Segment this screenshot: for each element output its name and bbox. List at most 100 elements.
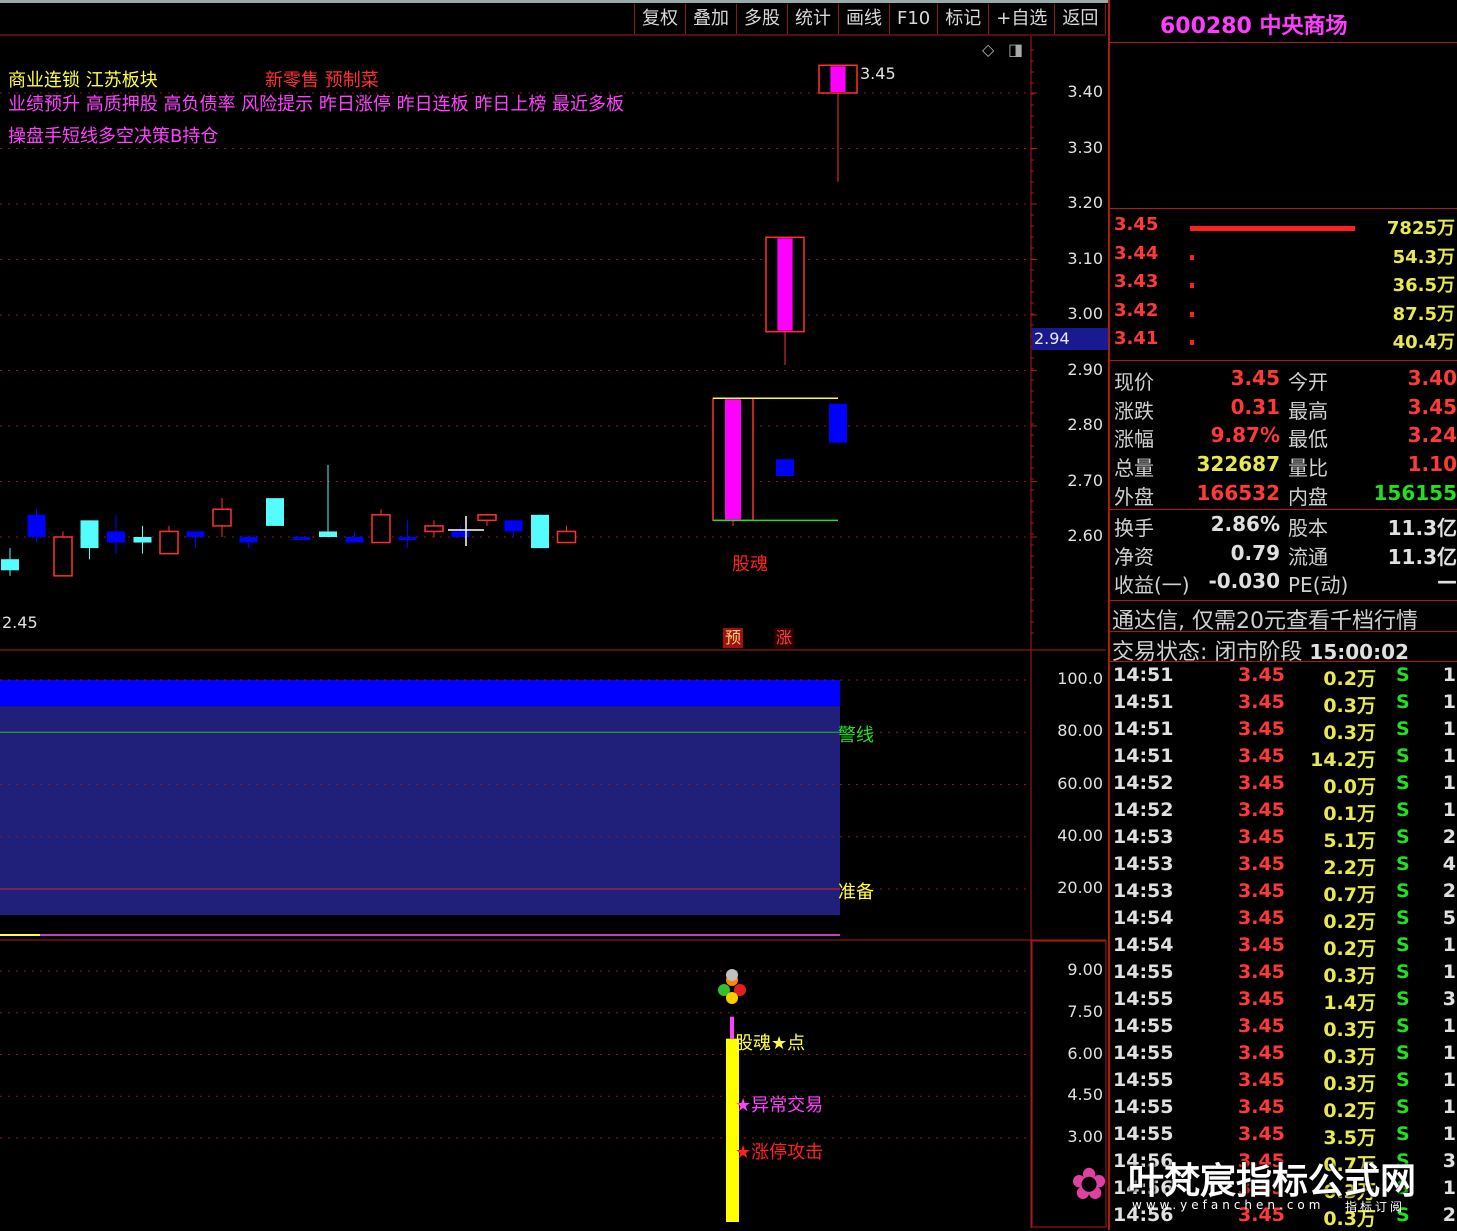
toolbar-mark-button[interactable]: 标记 — [937, 4, 988, 34]
tick-row: 14:513.450.3万S1 — [1110, 718, 1457, 745]
tick-row: 14:513.450.2万S1 — [1110, 664, 1457, 691]
tick-count: 1 — [1443, 718, 1456, 740]
order-book-row[interactable]: 3.4287.5万 — [1110, 300, 1457, 328]
y-tick-label: 3.00 — [1033, 1127, 1103, 1146]
tick-volume: 2.2万 — [1110, 853, 1376, 880]
candle-body — [531, 515, 549, 548]
tick-volume: 14.2万 — [1110, 745, 1376, 772]
toolbar-back-button[interactable]: 返回 — [1054, 4, 1106, 34]
quote-value: 156155 — [1374, 481, 1457, 505]
order-volume: 7825万 — [1387, 214, 1455, 240]
order-book-row[interactable]: 3.4454.3万 — [1110, 243, 1457, 271]
tick-volume: 0.3万 — [1110, 691, 1376, 718]
tick-side: S — [1396, 1096, 1410, 1118]
quote-row: 涨跌0.31最高3.45 — [1110, 395, 1457, 424]
candle-body — [134, 537, 152, 543]
quote-label: 今开 — [1288, 366, 1328, 395]
tick-volume: 0.3万 — [1110, 1015, 1376, 1042]
toolbar-watchlist-button[interactable]: +自选 — [988, 4, 1054, 34]
order-book-row[interactable]: 3.4336.5万 — [1110, 271, 1457, 299]
candle-body — [399, 537, 417, 540]
tick-count: 1 — [1443, 1123, 1456, 1145]
candle-body — [81, 520, 99, 548]
tick-volume: 0.2万 — [1110, 664, 1376, 691]
kline-chart[interactable] — [0, 0, 1108, 1230]
tick-side: S — [1396, 718, 1410, 740]
tick-row: 14:523.450.1万S1 — [1110, 799, 1457, 826]
tick-side: S — [1396, 934, 1410, 956]
quote-value: 0.31 — [1110, 395, 1280, 419]
tick-row: 14:553.450.3万S1 — [1110, 1042, 1457, 1069]
candle-body — [452, 531, 470, 537]
order-book-row[interactable]: 3.45 7825万 — [1110, 214, 1457, 242]
toolbar-fuquan-button[interactable]: 复权 — [634, 4, 685, 34]
y-tick-label: 3.30 — [1033, 138, 1103, 157]
watermark-subtitle: 指标订阅 — [1345, 1198, 1405, 1215]
tick-count: 1 — [1443, 799, 1456, 821]
tick-count: 1 — [1443, 664, 1456, 686]
order-price: 3.44 — [1114, 243, 1158, 264]
candle-body — [54, 537, 72, 576]
tick-volume: 0.0万 — [1110, 772, 1376, 799]
order-book-row[interactable]: 3.4140.4万 — [1110, 328, 1457, 356]
tick-row: 14:533.452.2万S4 — [1110, 853, 1457, 880]
diamond-icon[interactable]: ◇ — [982, 40, 994, 59]
y-tick-label: 3.20 — [1033, 193, 1103, 212]
divider — [1110, 42, 1457, 43]
high-price-label: 3.45 — [860, 64, 896, 83]
y-tick-label: 4.50 — [1033, 1085, 1103, 1104]
tick-count: 3 — [1443, 988, 1456, 1010]
tick-row: 14:523.450.0万S1 — [1110, 772, 1457, 799]
candle-body — [213, 509, 231, 526]
ready-line-label: 准备 — [838, 878, 874, 904]
signal-ball-icon — [726, 992, 738, 1004]
candle-inner-fill — [830, 66, 845, 92]
tick-row: 14:513.450.3万S1 — [1110, 691, 1457, 718]
divider — [1110, 600, 1457, 601]
window-toggle-icon[interactable]: ◨ — [1008, 40, 1023, 59]
tick-volume: 0.2万 — [1110, 934, 1376, 961]
toolbar-draw-button[interactable]: 画线 — [838, 4, 889, 34]
tick-row: 14:543.450.2万S5 — [1110, 907, 1457, 934]
order-volume: 36.5万 — [1393, 271, 1455, 297]
quote-value: 9.87% — [1110, 423, 1280, 447]
tick-side: S — [1396, 1015, 1410, 1037]
tick-side: S — [1396, 745, 1410, 767]
pre-marker[interactable]: 预 — [723, 628, 743, 648]
candle-body — [829, 404, 847, 443]
fundamental-value: -0.030 — [1110, 569, 1280, 593]
toolbar-multistock-button[interactable]: 多股 — [736, 4, 787, 34]
fundamental-label: PE(动) — [1288, 569, 1348, 598]
tick-side: S — [1396, 880, 1410, 902]
fundamental-row: 换手2.86%股本11.3亿 — [1110, 512, 1457, 541]
order-volume-bar — [1190, 312, 1194, 317]
order-volume-bar — [1190, 283, 1194, 288]
tick-row: 14:553.450.3万S1 — [1110, 1069, 1457, 1096]
toolbar-overlay-button[interactable]: 叠加 — [685, 4, 736, 34]
candle-body — [425, 526, 443, 532]
fundamental-value: — — [1437, 569, 1457, 593]
fundamental-value: 0.79 — [1110, 541, 1280, 565]
candle-inner-fill — [725, 399, 741, 519]
limitup-marker[interactable]: 涨 — [774, 628, 794, 648]
quote-label: 最低 — [1288, 423, 1328, 452]
y-tick-label: 80.00 — [1033, 721, 1103, 740]
toolbar-stats-button[interactable]: 统计 — [787, 4, 838, 34]
y-tick-label: 3.40 — [1033, 82, 1103, 101]
candle-body — [160, 531, 178, 553]
tick-row: 14:553.450.3万S1 — [1110, 1015, 1457, 1042]
quote-value: 166532 — [1110, 481, 1280, 505]
tick-side: S — [1396, 664, 1410, 686]
order-price: 3.42 — [1114, 300, 1158, 321]
tick-count: 1 — [1443, 772, 1456, 794]
candle-body — [558, 531, 576, 542]
tick-volume: 0.1万 — [1110, 799, 1376, 826]
sector-tags: 商业连锁 江苏板块 — [8, 66, 158, 92]
tick-row: 14:543.450.2万S1 — [1110, 934, 1457, 961]
order-price: 3.45 — [1114, 214, 1158, 235]
tick-side: S — [1396, 1123, 1410, 1145]
lotus-logo-icon: ✿ — [1060, 1156, 1118, 1214]
tick-volume: 0.3万 — [1110, 1069, 1376, 1096]
tick-count: 1 — [1443, 961, 1456, 983]
toolbar-f10-button[interactable]: F10 — [889, 4, 937, 34]
